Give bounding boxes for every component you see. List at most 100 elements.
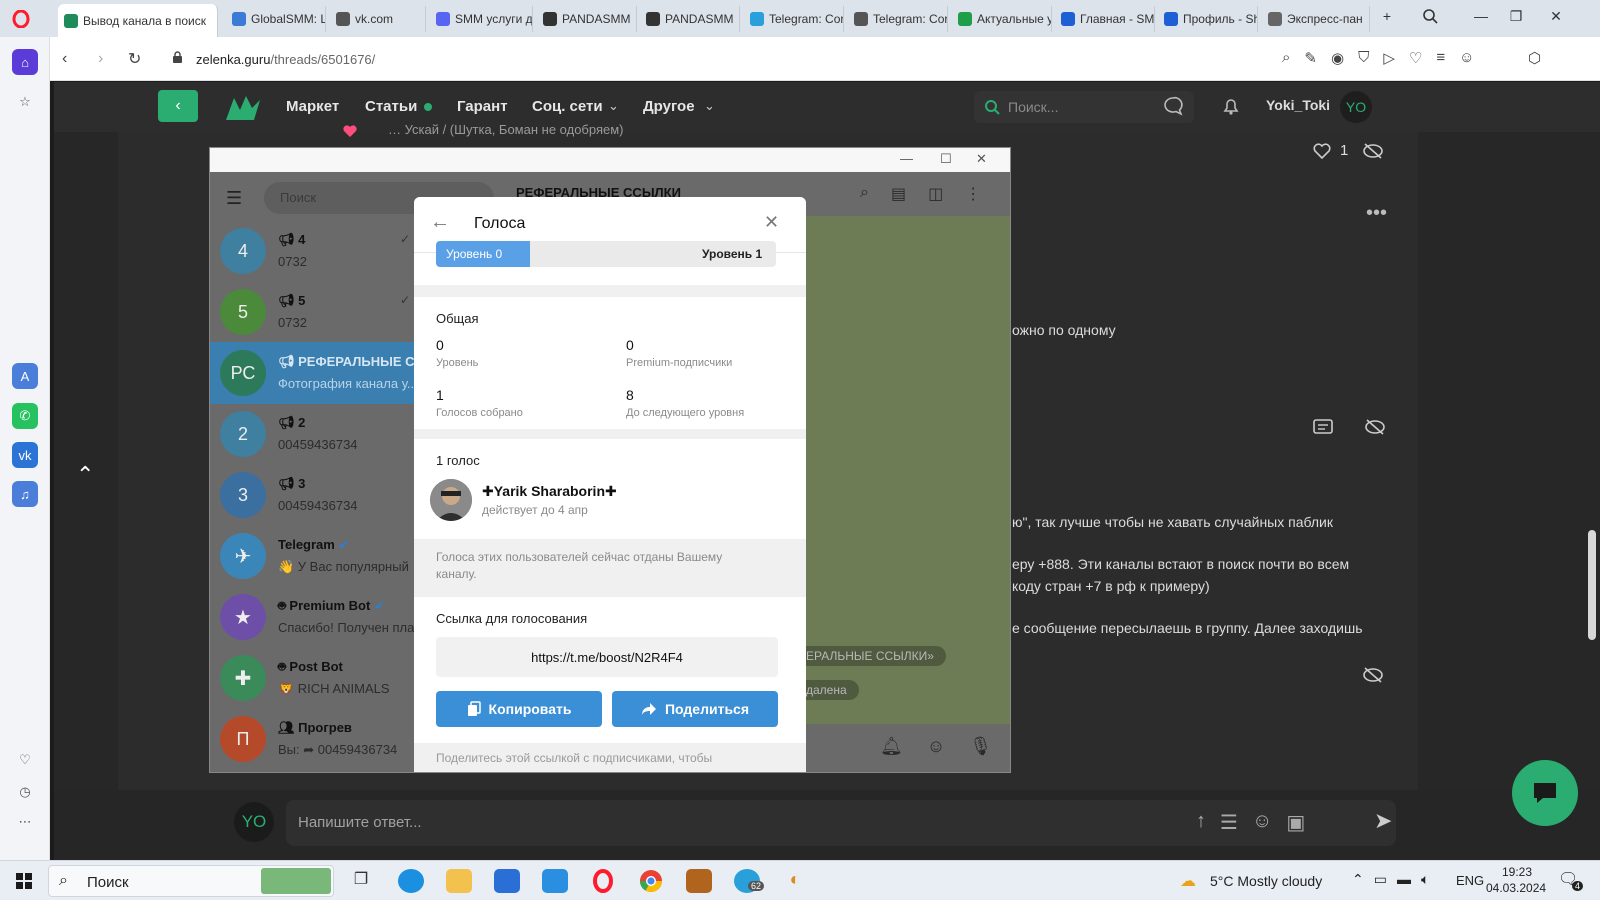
opera-logo-icon[interactable] <box>8 8 34 30</box>
edge-icon[interactable] <box>398 869 424 893</box>
heart-icon[interactable]: ♡ <box>1409 49 1422 67</box>
minimize-window-button[interactable]: — <box>1470 8 1492 28</box>
taskbar-search[interactable]: ⌕ Поиск <box>48 865 334 897</box>
hide-icon[interactable] <box>1362 666 1384 684</box>
tab-search-icon[interactable] <box>1422 8 1444 28</box>
shield-icon[interactable]: ⛉ <box>1358 49 1369 67</box>
username[interactable]: Yoki_Toki <box>1266 97 1330 113</box>
mail-icon[interactable] <box>542 869 568 893</box>
maximize-window-button[interactable]: ❐ <box>1505 8 1527 28</box>
share-button[interactable]: Поделиться <box>612 691 778 727</box>
history-icon[interactable]: ◷ <box>12 779 38 805</box>
clock-date[interactable]: 04.03.2024 <box>1486 881 1546 895</box>
floating-chat-button[interactable] <box>1512 760 1578 826</box>
send-icon[interactable]: ➤ <box>1374 808 1392 834</box>
menu-icon[interactable]: ≡ <box>1436 49 1445 67</box>
telegram-taskbar-icon[interactable]: 62 <box>734 869 765 893</box>
chrome-icon[interactable] <box>638 869 664 893</box>
more-options-icon[interactable]: ••• <box>1366 202 1387 225</box>
edit-icon[interactable]: ✎ <box>1304 49 1317 67</box>
browser-tab[interactable]: Профиль - Sh <box>1158 6 1258 32</box>
zoom-icon[interactable]: ⌕ <box>1282 49 1290 67</box>
star-icon[interactable]: ☆ <box>12 89 38 115</box>
back-button[interactable]: ‹ <box>158 90 198 122</box>
more-icon[interactable]: ⋯ <box>12 809 38 835</box>
browser-tab[interactable]: PANDASMM <box>537 6 637 32</box>
home-icon[interactable]: ⌂ <box>12 49 38 75</box>
language-indicator[interactable]: ENG <box>1456 873 1484 888</box>
app-store-icon[interactable]: A <box>12 363 38 389</box>
voter-name[interactable]: ✚Yarik Sharaborin✚ <box>482 483 617 500</box>
voice-chat-icon[interactable]: ▤ <box>891 184 906 204</box>
url-field[interactable]: zelenka.guru/threads/6501676/ <box>196 52 375 67</box>
whatsapp-icon[interactable]: ✆ <box>12 403 38 429</box>
windows-start-icon[interactable] <box>16 873 32 889</box>
reload-icon[interactable]: ↻ <box>128 49 141 69</box>
minimize-button[interactable]: — <box>900 151 913 166</box>
forum-search-box[interactable]: Поиск... <box>974 91 1194 123</box>
battery-icon[interactable]: ▬ <box>1397 871 1411 888</box>
zelenka-logo-icon[interactable] <box>224 92 262 122</box>
image-icon[interactable]: ▣ <box>1286 810 1305 835</box>
nav-social[interactable]: Соц. сети <box>532 98 603 115</box>
play-icon[interactable]: ▷ <box>1383 49 1395 67</box>
task-view-icon[interactable]: ❐ <box>348 869 374 893</box>
back-icon[interactable]: ‹ <box>62 50 67 68</box>
search-icon[interactable]: ⌕ <box>860 184 869 204</box>
speaker-icon[interactable]: 🔈︎ <box>1421 871 1429 888</box>
chevron-up-icon[interactable]: ⌃ <box>1352 871 1364 888</box>
close-window-button[interactable]: ✕ <box>1545 8 1567 28</box>
sidebar-toggle-icon[interactable]: ◫ <box>928 184 943 204</box>
store-icon[interactable] <box>494 869 520 893</box>
opera-taskbar-icon[interactable] <box>590 869 616 893</box>
list-icon[interactable]: ☰ <box>1220 810 1238 835</box>
new-tab-button[interactable]: + <box>1376 8 1398 28</box>
browser-tab[interactable]: GlobalSMM: L <box>226 6 326 32</box>
browser-tab[interactable]: Актуальные у <box>952 6 1052 32</box>
close-icon[interactable]: ✕ <box>764 212 779 233</box>
game-icon[interactable] <box>686 869 712 893</box>
file-explorer-icon[interactable] <box>446 869 472 893</box>
back-arrow-icon[interactable]: ← <box>430 211 450 234</box>
hide-icon[interactable] <box>1362 142 1384 160</box>
scroll-up-icon[interactable]: ⌃ <box>76 462 94 488</box>
voter-avatar[interactable] <box>430 479 472 521</box>
user-avatar[interactable]: YO <box>1340 91 1372 123</box>
extensions-icon[interactable]: ⬡ <box>1528 49 1541 67</box>
profile-icon[interactable]: ☺ <box>1459 49 1474 67</box>
browser-tab[interactable]: vk.com <box>330 6 426 32</box>
boost-link-field[interactable]: https://t.me/boost/N2R4F4 <box>436 637 778 677</box>
nav-guarantee[interactable]: Гарант <box>457 98 508 115</box>
reply-input[interactable]: Напишите ответ... ↑ ☰ ☺ ▣ <box>286 800 1396 846</box>
hide-icon[interactable] <box>1364 418 1386 436</box>
app-icon[interactable]: ◐ <box>782 869 808 893</box>
browser-tab[interactable]: SMM услуги д <box>430 6 533 32</box>
more-icon[interactable]: ⋮ <box>965 184 981 204</box>
nav-articles[interactable]: Статьи <box>365 98 417 115</box>
comment-icon[interactable] <box>1312 418 1334 438</box>
browser-tab[interactable]: Главная - SMI <box>1055 6 1155 32</box>
maximize-button[interactable]: ☐ <box>940 151 952 167</box>
browser-tab[interactable]: PANDASMM <box>640 6 740 32</box>
emoji-icon[interactable]: ☺ <box>1252 810 1272 835</box>
nav-other[interactable]: Другое <box>643 98 695 115</box>
bell-icon[interactable] <box>1220 95 1242 117</box>
page-scrollbar[interactable] <box>1588 530 1596 640</box>
device-icon[interactable]: ▭ <box>1374 871 1387 888</box>
chat-icon[interactable] <box>1162 95 1184 117</box>
vk-icon[interactable]: vk <box>12 442 38 468</box>
camera-icon[interactable]: ◉ <box>1331 49 1344 67</box>
like-icon[interactable] <box>1312 142 1332 160</box>
heart-icon[interactable]: ♡ <box>12 747 38 773</box>
microphone-icon[interactable]: 🎙︎ <box>969 736 992 757</box>
clock-time[interactable]: 19:23 <box>1502 865 1532 879</box>
close-button[interactable]: ✕ <box>976 151 987 167</box>
browser-tab[interactable]: Вывод канала в поиск <box>58 4 218 37</box>
nav-market[interactable]: Маркет <box>286 98 339 115</box>
copy-button[interactable]: Копировать <box>436 691 602 727</box>
forward-icon[interactable]: › <box>98 50 103 68</box>
weather-text[interactable]: 5°C Mostly cloudy <box>1210 873 1322 889</box>
bell-icon[interactable]: 🔔︎ <box>880 736 903 757</box>
music-player-icon[interactable]: ♫ <box>12 481 38 507</box>
browser-tab[interactable]: Telegram: Cor <box>744 6 844 32</box>
